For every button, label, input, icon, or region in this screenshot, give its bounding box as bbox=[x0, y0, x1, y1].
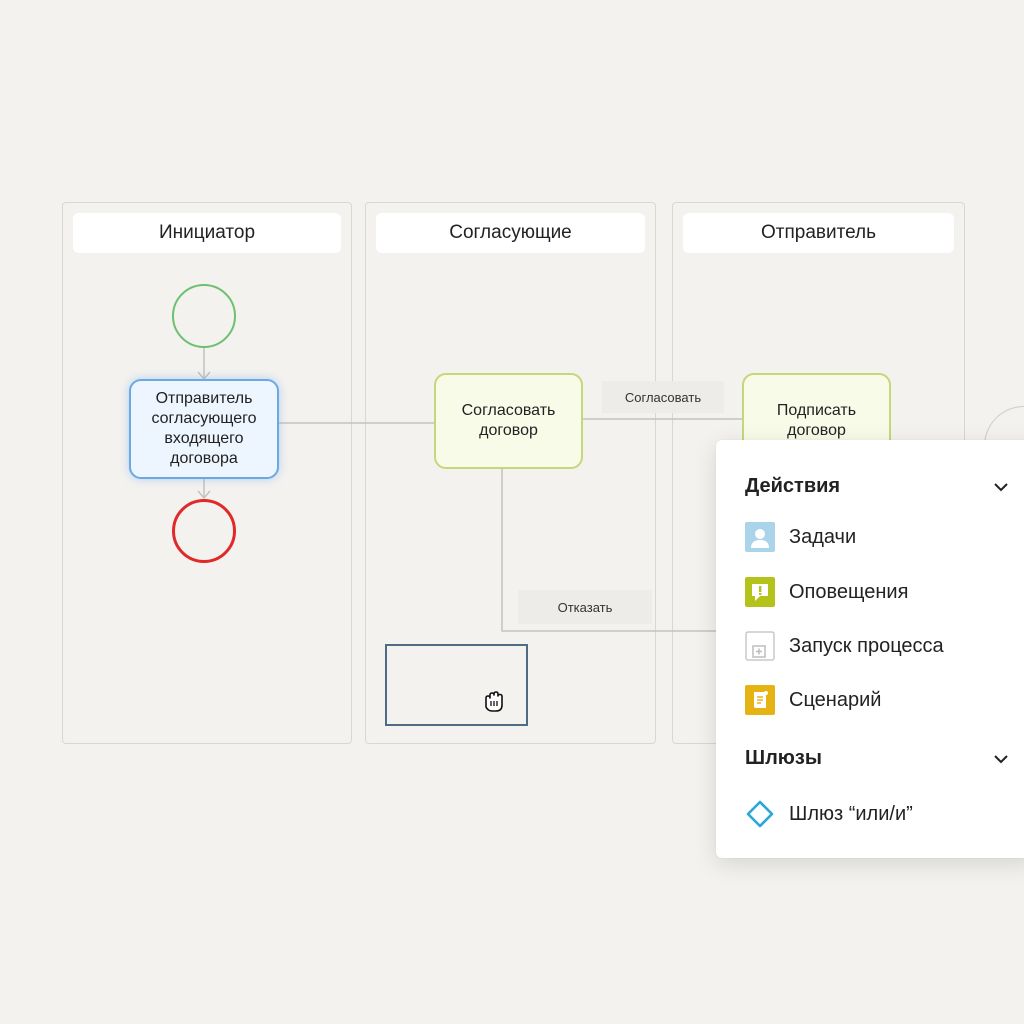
palette-item-notifications-label: Оповещения bbox=[789, 580, 909, 603]
palette-item-tasks-label: Задачи bbox=[789, 525, 857, 548]
task-sender-contract-label: Отправитель согласующего входящего догов… bbox=[151, 390, 257, 467]
palette-item-script-label: Сценарий bbox=[789, 688, 882, 711]
edge-label-reject[interactable]: Отказать bbox=[518, 590, 652, 624]
palette-item-process-launch[interactable]: Запуск процесса bbox=[745, 630, 944, 662]
notification-icon bbox=[745, 577, 775, 607]
palette-item-gateway[interactable]: Шлюз “или/и” bbox=[745, 798, 913, 830]
section-title-actions[interactable]: Действия bbox=[745, 475, 840, 498]
process-launch-icon bbox=[745, 631, 775, 661]
edge-label-approve[interactable]: Согласовать bbox=[602, 381, 724, 413]
chevron-down-icon[interactable] bbox=[992, 750, 1010, 768]
palette-item-notifications[interactable]: Оповещения bbox=[745, 576, 908, 608]
end-event[interactable] bbox=[172, 499, 236, 563]
palette-item-gateway-label: Шлюз “или/и” bbox=[789, 802, 913, 825]
task-sign-contract-label: Подписать договор bbox=[776, 402, 857, 439]
elements-palette-panel: Действия Задачи Оповещения Запуск процес… bbox=[716, 440, 1024, 858]
chevron-down-icon[interactable] bbox=[992, 478, 1010, 496]
task-approve-contract-label: Согласовать договор bbox=[461, 402, 556, 439]
task-approve-contract[interactable]: Согласовать договор bbox=[434, 373, 583, 469]
script-icon bbox=[745, 685, 775, 715]
task-sender-contract[interactable]: Отправитель согласующего входящего догов… bbox=[129, 379, 279, 479]
palette-item-process-launch-label: Запуск процесса bbox=[789, 634, 944, 657]
gateway-diamond-icon bbox=[746, 800, 774, 828]
palette-item-tasks[interactable]: Задачи bbox=[745, 521, 856, 553]
section-title-gateways[interactable]: Шлюзы bbox=[745, 747, 822, 770]
user-task-icon bbox=[745, 522, 775, 552]
start-event[interactable] bbox=[172, 284, 236, 348]
grab-cursor-icon bbox=[485, 691, 503, 712]
palette-item-script[interactable]: Сценарий bbox=[745, 684, 881, 716]
